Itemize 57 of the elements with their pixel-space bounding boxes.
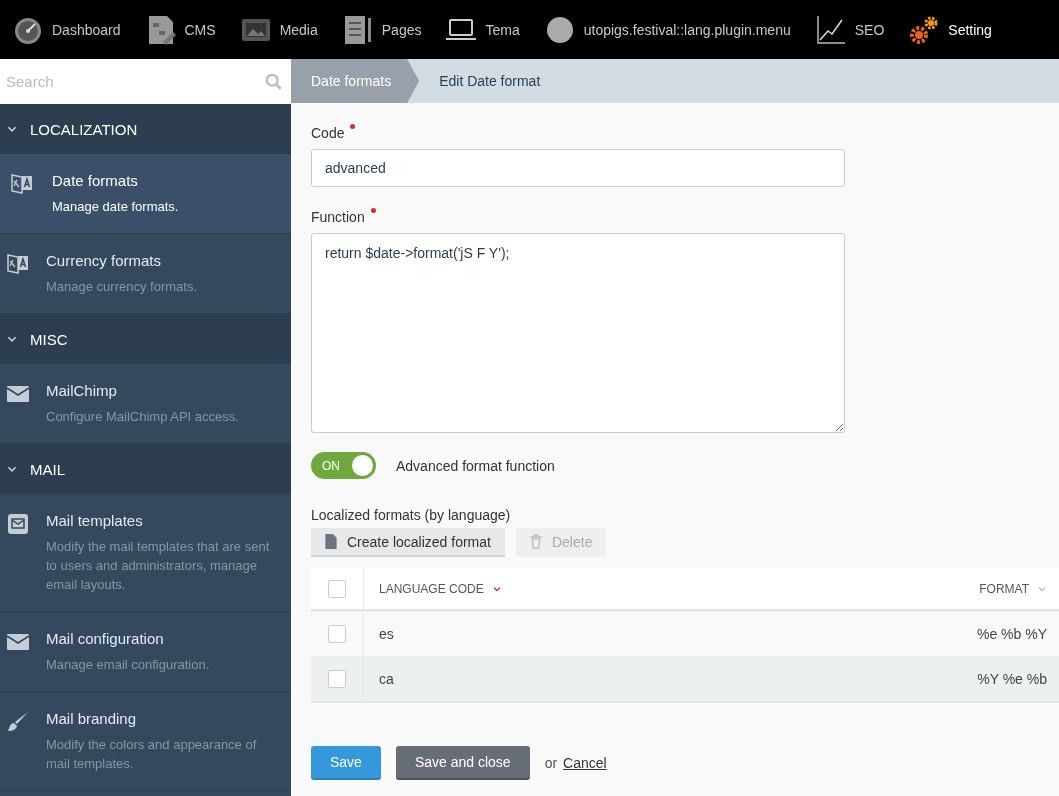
item-title: Mail branding <box>46 710 138 727</box>
item-description: Manage date formats. <box>52 198 179 216</box>
checkbox[interactable] <box>328 670 346 688</box>
search-icon <box>265 72 283 91</box>
create-button[interactable]: Create localized format <box>311 528 505 557</box>
save-and-close-button[interactable]: Save and close <box>395 746 530 780</box>
envelope-icon <box>6 512 30 536</box>
checkbox[interactable] <box>328 579 346 598</box>
table-cell-text: %e %b %Y <box>976 626 1048 642</box>
section-label: Localized formats (by language) <box>311 507 512 523</box>
item-description: Modify the mail templates that are sent to users and administrators, manage email layouts. <box>46 538 271 594</box>
nav-item[interactable]: Pages <box>341 13 422 46</box>
section-header[interactable]: MISC <box>0 314 291 364</box>
table-cell-text: ca <box>378 671 395 687</box>
item-description: Manage currency formats. <box>46 278 197 296</box>
sidebar-item[interactable]: Mail templates Modify the mail templates that are sent to users and administrators, manage email layouts. <box>0 494 291 612</box>
function-field[interactable]: return $date->format('jS F Y'); <box>311 233 845 433</box>
item-title: Date formats <box>52 172 139 189</box>
column-header[interactable]: LANGUAGE CODE <box>364 581 980 596</box>
nav-item[interactable]: Media <box>239 13 318 46</box>
table-row[interactable]: es %e %b %Y <box>311 611 1059 656</box>
table-cell-text: %Y %e %b <box>977 671 1048 687</box>
file-icon <box>325 534 337 549</box>
nav-item[interactable]: SEO <box>814 13 885 46</box>
translate-icon <box>10 172 34 196</box>
trash-icon <box>529 534 542 549</box>
cancel-link[interactable]: Cancel <box>563 755 607 771</box>
nav-item[interactable]: utopigs.festival::lang.plugin.menu <box>543 13 791 46</box>
toggle-label: Advanced format function <box>396 457 555 474</box>
sidebar-item[interactable]: Mail configuration Manage email configuration. <box>0 612 291 692</box>
field-label: Code <box>311 125 345 141</box>
or-text: or <box>544 755 558 771</box>
item-description: Configure MailChimp API access. <box>46 408 239 426</box>
table-row[interactable]: ca %Y %e %b <box>311 656 1059 701</box>
item-title: Currency formats <box>46 252 163 269</box>
item-description: Modify the colors and appearance of mail templates. <box>46 736 258 773</box>
nav-item[interactable]: Setting <box>908 13 992 46</box>
item-title: MailChimp <box>46 382 118 399</box>
item-title: Mail templates <box>46 512 144 529</box>
translate-icon <box>6 252 30 276</box>
sidebar-item[interactable]: Mail branding Modify the colors and appearance of mail templates. <box>0 692 291 791</box>
item-title: Mail configuration <box>46 630 165 647</box>
nav-item[interactable]: CMS <box>144 13 216 46</box>
chart-icon <box>814 13 847 46</box>
checkbox[interactable] <box>328 625 346 643</box>
item-description: Manage email configuration. <box>46 656 210 674</box>
code-field[interactable]: advanced <box>311 149 845 187</box>
brush-icon <box>6 710 30 734</box>
column-header[interactable]: FORMAT <box>979 581 1059 596</box>
sidebar-item[interactable]: Date formats Manage date formats. <box>0 154 291 234</box>
section-header[interactable]: LOCALIZATION <box>0 104 291 154</box>
table-cell-text: es <box>378 626 395 642</box>
section-header[interactable]: MAIL <box>0 444 291 494</box>
nav-item[interactable]: Tema <box>445 13 520 46</box>
nav-item[interactable]: Dashboard <box>12 13 121 46</box>
breadcrumb-current: Edit Date format <box>438 72 542 91</box>
field-label: Function <box>311 209 365 225</box>
